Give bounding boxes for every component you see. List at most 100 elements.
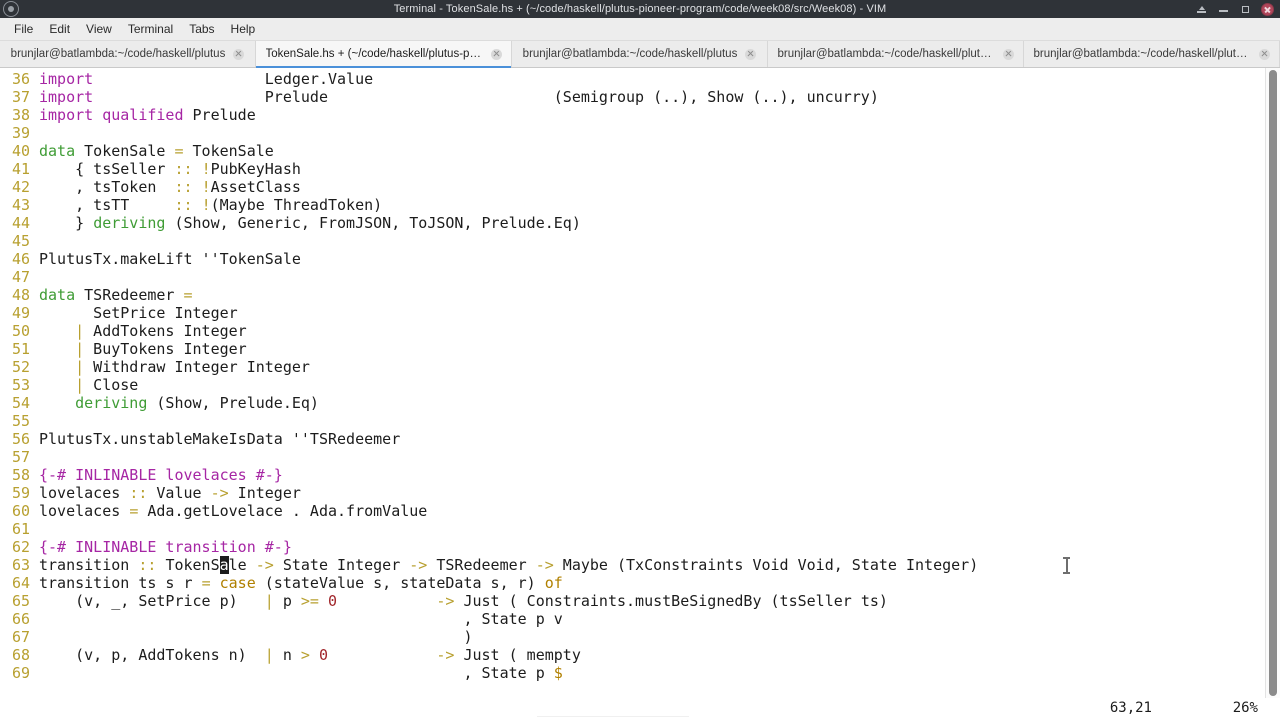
close-icon[interactable] bbox=[1258, 48, 1270, 60]
terminal-icon bbox=[3, 1, 19, 17]
code-line: 64 transition ts s r = case (stateValue s… bbox=[0, 574, 1265, 592]
code-line: 46 PlutusTx.makeLift ''TokenSale bbox=[0, 250, 1265, 268]
code-line: 57 bbox=[0, 448, 1265, 466]
scroll-percent-indicator: 26% bbox=[1232, 700, 1258, 716]
code-line: 60 lovelaces = Ada.getLovelace . Ada.from… bbox=[0, 502, 1265, 520]
window-controls bbox=[1195, 2, 1280, 16]
line-number: 38 bbox=[11, 106, 30, 124]
code-line: 40 data TokenSale = TokenSale bbox=[0, 142, 1265, 160]
line-number: 44 bbox=[11, 214, 30, 232]
line-number: 43 bbox=[11, 196, 30, 214]
code-line: 38 import qualified Prelude bbox=[0, 106, 1265, 124]
code-line: 47 bbox=[0, 268, 1265, 286]
line-number: 41 bbox=[11, 160, 30, 178]
menu-item-file[interactable]: File bbox=[6, 20, 41, 38]
line-number: 56 bbox=[11, 430, 30, 448]
line-number: 45 bbox=[11, 232, 30, 250]
code-line: 51 | BuyTokens Integer bbox=[0, 340, 1265, 358]
terminal-tab-3[interactable]: brunjlar@batlambda:~/code/haskell/plutus bbox=[512, 41, 768, 67]
line-number: 46 bbox=[11, 250, 30, 268]
line-number: 66 bbox=[11, 610, 30, 628]
terminal-tab-4[interactable]: brunjlar@batlambda:~/code/haskell/plutus… bbox=[768, 41, 1024, 67]
scrollbar-thumb[interactable] bbox=[1269, 70, 1277, 696]
code-line: 62 {-# INLINABLE transition #-} bbox=[0, 538, 1265, 556]
line-number: 51 bbox=[11, 340, 30, 358]
line-number: 69 bbox=[11, 664, 30, 682]
minimize-window-button[interactable] bbox=[1217, 3, 1230, 16]
code-line: 49 SetPrice Integer bbox=[0, 304, 1265, 322]
code-line: 39 bbox=[0, 124, 1265, 142]
line-number: 59 bbox=[11, 484, 30, 502]
code-line: 63 transition :: TokenSale -> State Integ… bbox=[0, 556, 1265, 574]
line-number: 36 bbox=[11, 70, 30, 88]
line-number: 42 bbox=[11, 178, 30, 196]
tab-label: brunjlar@batlambda:~/code/haskell/plutus bbox=[522, 48, 738, 60]
tab-label: brunjlar@batlambda:~/code/haskell/plutus bbox=[10, 48, 226, 60]
line-number: 55 bbox=[11, 412, 30, 430]
tab-label: TokenSale.hs + (~/code/haskell/plutus-pi… bbox=[265, 48, 483, 60]
close-icon[interactable] bbox=[490, 48, 502, 60]
line-number: 37 bbox=[11, 88, 30, 106]
line-number: 52 bbox=[11, 358, 30, 376]
tab-bar: brunjlar@batlambda:~/code/haskell/plutus… bbox=[0, 41, 1280, 68]
code-line: 58 {-# INLINABLE lovelaces #-} bbox=[0, 466, 1265, 484]
menu-bar: File Edit View Terminal Tabs Help bbox=[0, 18, 1280, 41]
line-number: 64 bbox=[11, 574, 30, 592]
code-line: 42 , tsToken :: !AssetClass bbox=[0, 178, 1265, 196]
line-number: 60 bbox=[11, 502, 30, 520]
menu-item-help[interactable]: Help bbox=[223, 20, 264, 38]
code-line: 52 | Withdraw Integer Integer bbox=[0, 358, 1265, 376]
line-number: 61 bbox=[11, 520, 30, 538]
close-icon[interactable] bbox=[233, 48, 245, 60]
line-number: 54 bbox=[11, 394, 30, 412]
vim-buffer[interactable]: 36 import Ledger.Value 37 import Prelude (S… bbox=[0, 68, 1265, 698]
menu-item-terminal[interactable]: Terminal bbox=[120, 20, 181, 38]
line-number: 49 bbox=[11, 304, 30, 322]
code-line: 65 (v, _, SetPrice p) | p >= 0 -> Just (… bbox=[0, 592, 1265, 610]
shade-window-button[interactable] bbox=[1195, 3, 1208, 16]
line-number: 68 bbox=[11, 646, 30, 664]
cursor-position-indicator: 63,21 bbox=[1109, 700, 1152, 716]
terminal-window: Terminal - TokenSale.hs + (~/code/haskel… bbox=[0, 0, 1280, 720]
terminal-tab-5[interactable]: brunjlar@batlambda:~/code/haskell/plutus… bbox=[1024, 41, 1280, 67]
line-number: 48 bbox=[11, 286, 30, 304]
line-number: 57 bbox=[11, 448, 30, 466]
line-number: 62 bbox=[11, 538, 30, 556]
line-number: 50 bbox=[11, 322, 30, 340]
code-line: 41 { tsSeller :: !PubKeyHash bbox=[0, 160, 1265, 178]
code-line: 54 deriving (Show, Prelude.Eq) bbox=[0, 394, 1265, 412]
terminal-tab-2[interactable]: TokenSale.hs + (~/code/haskell/plutus-pi… bbox=[256, 41, 512, 68]
vim-status-line: 63,21 26% bbox=[0, 698, 1280, 720]
menu-item-edit[interactable]: Edit bbox=[41, 20, 78, 38]
tab-label: brunjlar@batlambda:~/code/haskell/plutus… bbox=[777, 48, 995, 60]
code-line: 44 } deriving (Show, Generic, FromJSON, … bbox=[0, 214, 1265, 232]
line-number: 47 bbox=[11, 268, 30, 286]
line-number: 58 bbox=[11, 466, 30, 484]
code-line: 68 (v, p, AddTokens n) | n > 0 -> Just (… bbox=[0, 646, 1265, 664]
tab-label: brunjlar@batlambda:~/code/haskell/plutus… bbox=[1033, 48, 1251, 60]
code-line: 67 ) bbox=[0, 628, 1265, 646]
line-number: 53 bbox=[11, 376, 30, 394]
terminal-tab-1[interactable]: brunjlar@batlambda:~/code/haskell/plutus bbox=[0, 41, 256, 67]
code-line: 66 , State p v bbox=[0, 610, 1265, 628]
close-icon[interactable] bbox=[1002, 48, 1014, 60]
code-line: 59 lovelaces :: Value -> Integer bbox=[0, 484, 1265, 502]
code-line: 69 , State p $ bbox=[0, 664, 1265, 682]
code-line: 53 | Close bbox=[0, 376, 1265, 394]
terminal-body[interactable]: 36 import Ledger.Value 37 import Prelude (S… bbox=[0, 68, 1280, 698]
close-icon[interactable] bbox=[745, 48, 757, 60]
line-number: 39 bbox=[11, 124, 30, 142]
window-title: Terminal - TokenSale.hs + (~/code/haskel… bbox=[393, 3, 887, 15]
line-number: 40 bbox=[11, 142, 30, 160]
close-window-button[interactable] bbox=[1261, 2, 1274, 16]
vertical-scrollbar[interactable] bbox=[1265, 68, 1280, 698]
line-number: 63 bbox=[11, 556, 30, 574]
maximize-window-button[interactable] bbox=[1239, 3, 1252, 16]
menu-item-tabs[interactable]: Tabs bbox=[181, 20, 222, 38]
code-line: 61 bbox=[0, 520, 1265, 538]
line-number: 65 bbox=[11, 592, 30, 610]
code-line: 45 bbox=[0, 232, 1265, 250]
code-line: 48 data TSRedeemer = bbox=[0, 286, 1265, 304]
code-line: 36 import Ledger.Value bbox=[0, 70, 1265, 88]
menu-item-view[interactable]: View bbox=[78, 20, 120, 38]
